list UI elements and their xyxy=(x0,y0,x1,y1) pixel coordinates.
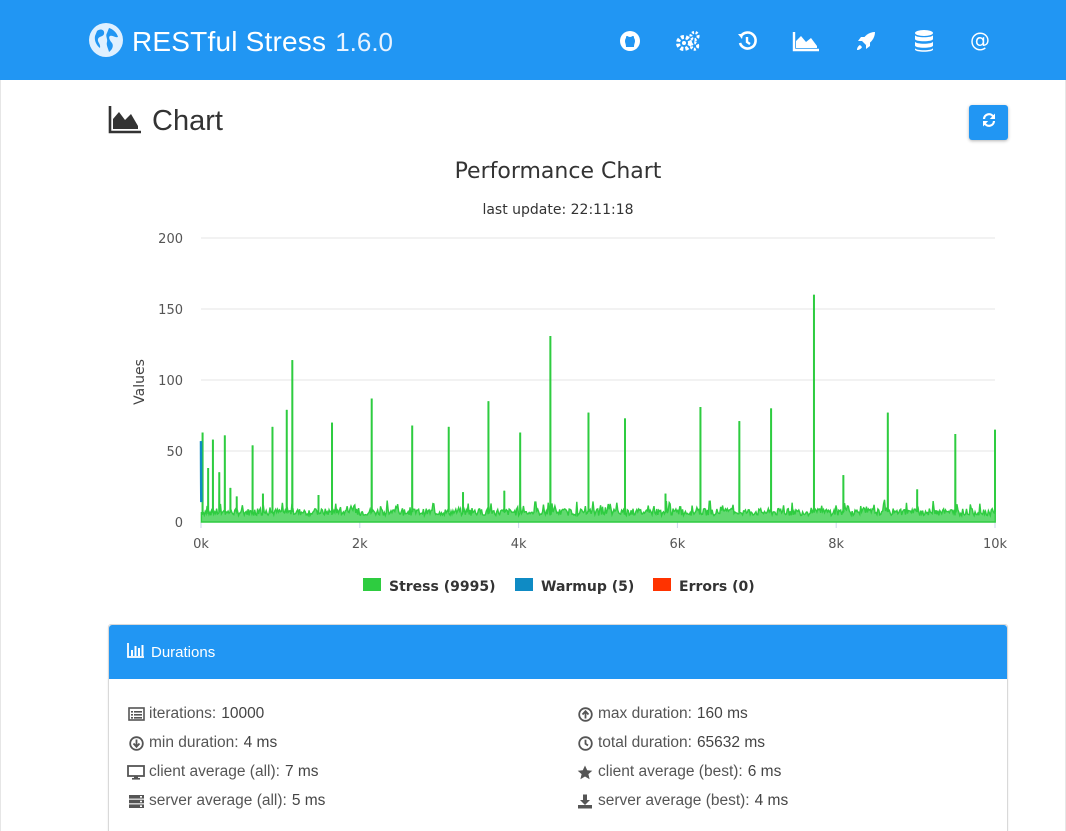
stat-server-average-best: server average (best): 4 ms xyxy=(576,791,788,811)
svg-text:@: @ xyxy=(970,30,990,52)
database-icon[interactable] xyxy=(910,27,938,55)
github-icon[interactable] xyxy=(616,27,644,55)
y-axis-ticks: 0 50 100 150 200 xyxy=(158,232,183,531)
y-axis-label: Values xyxy=(132,359,148,405)
at-icon[interactable]: @ xyxy=(966,27,994,55)
stat-client-average-best: client average (best): 6 ms xyxy=(576,762,781,782)
area-chart-icon xyxy=(108,104,142,139)
durations-panel: Durations iterations: 10000 min duration… xyxy=(108,624,1008,831)
stat-value: 10000 xyxy=(221,705,265,722)
app-title: RESTful Stress xyxy=(132,26,327,57)
stat-label: total duration: xyxy=(598,734,692,751)
performance-chart: Performance Chart last update: 22:11:18 … xyxy=(132,159,1008,595)
stat-client-average-all: client average (all): 7 ms xyxy=(127,762,319,782)
stat-label: iterations: xyxy=(149,705,217,722)
list-alt-icon xyxy=(127,706,145,722)
x-axis-ticks: 0k 2k 4k 6k 8k 10k xyxy=(193,522,1008,552)
stat-value: 4 ms xyxy=(754,792,789,809)
stat-label: server average (best): xyxy=(598,792,750,809)
stat-max-duration: max duration: 160 ms xyxy=(576,704,748,724)
legend-swatch xyxy=(653,578,671,591)
globe-icon xyxy=(88,22,124,63)
y-tick-label: 50 xyxy=(166,445,183,460)
stat-label: max duration: xyxy=(598,705,692,722)
download-icon xyxy=(576,793,594,809)
legend-label: Errors (0) xyxy=(679,579,755,595)
legend-swatch xyxy=(515,578,533,591)
clock-icon xyxy=(576,735,594,751)
gears-icon[interactable] xyxy=(674,27,702,55)
chart-legend: Stress (9995) Warmup (5) Errors (0) xyxy=(363,578,755,595)
stat-label: client average (best): xyxy=(598,763,743,780)
y-tick-label: 0 xyxy=(175,516,183,531)
refresh-button[interactable] xyxy=(969,105,1008,140)
durations-title: Durations xyxy=(151,643,216,661)
chart-series xyxy=(199,294,996,523)
page-border-left xyxy=(0,80,1,831)
stat-value: 160 ms xyxy=(696,705,748,722)
x-tick-label: 10k xyxy=(983,537,1008,552)
stat-label: client average (all): xyxy=(149,763,280,780)
x-tick-label: 2k xyxy=(352,537,368,552)
stat-value: 65632 ms xyxy=(696,734,766,751)
stat-value: 4 ms xyxy=(243,734,278,751)
rocket-icon[interactable] xyxy=(852,27,880,55)
x-tick-label: 4k xyxy=(511,537,527,552)
star-icon xyxy=(576,764,594,780)
page-title: Chart xyxy=(152,104,223,137)
top-navbar: RESTful Stress 1.6.0 @ xyxy=(0,0,1066,80)
stat-iterations: iterations: 10000 xyxy=(127,704,264,724)
stat-value: 6 ms xyxy=(747,763,782,780)
stat-label: server average (all): xyxy=(149,792,287,809)
legend-label: Stress (9995) xyxy=(389,579,495,595)
legend-swatch xyxy=(363,578,381,591)
page-heading: Chart xyxy=(108,104,223,138)
y-tick-label: 150 xyxy=(158,303,183,318)
brand-link[interactable]: RESTful Stress 1.6.0 xyxy=(88,22,393,62)
y-tick-label: 100 xyxy=(158,374,183,389)
stress-series-area xyxy=(200,294,996,523)
stat-min-duration: min duration: 4 ms xyxy=(127,733,277,753)
x-tick-label: 8k xyxy=(828,537,844,552)
y-tick-label: 200 xyxy=(158,232,183,247)
stat-value: 7 ms xyxy=(284,763,319,780)
durations-heading: Durations xyxy=(109,625,1007,679)
area-chart-icon[interactable] xyxy=(792,27,820,55)
chart-subtitle: last update: 22:11:18 xyxy=(482,202,633,218)
server-icon xyxy=(127,793,145,809)
stat-value: 5 ms xyxy=(291,792,326,809)
x-tick-label: 0k xyxy=(193,537,209,552)
chart-title: Performance Chart xyxy=(455,159,662,184)
bar-chart-icon xyxy=(127,642,145,663)
chart-grid xyxy=(201,237,995,523)
app-version: 1.6.0 xyxy=(335,26,394,57)
legend-label: Warmup (5) xyxy=(541,579,634,595)
arrow-circle-up-icon xyxy=(576,706,594,722)
stat-server-average-all: server average (all): 5 ms xyxy=(127,791,325,811)
history-icon[interactable] xyxy=(733,27,761,55)
desktop-icon xyxy=(127,764,145,780)
arrow-circle-down-icon xyxy=(127,735,145,751)
stat-label: min duration: xyxy=(149,734,239,751)
refresh-icon xyxy=(981,112,997,133)
stat-total-duration: total duration: 65632 ms xyxy=(576,733,765,753)
x-tick-label: 6k xyxy=(669,537,685,552)
